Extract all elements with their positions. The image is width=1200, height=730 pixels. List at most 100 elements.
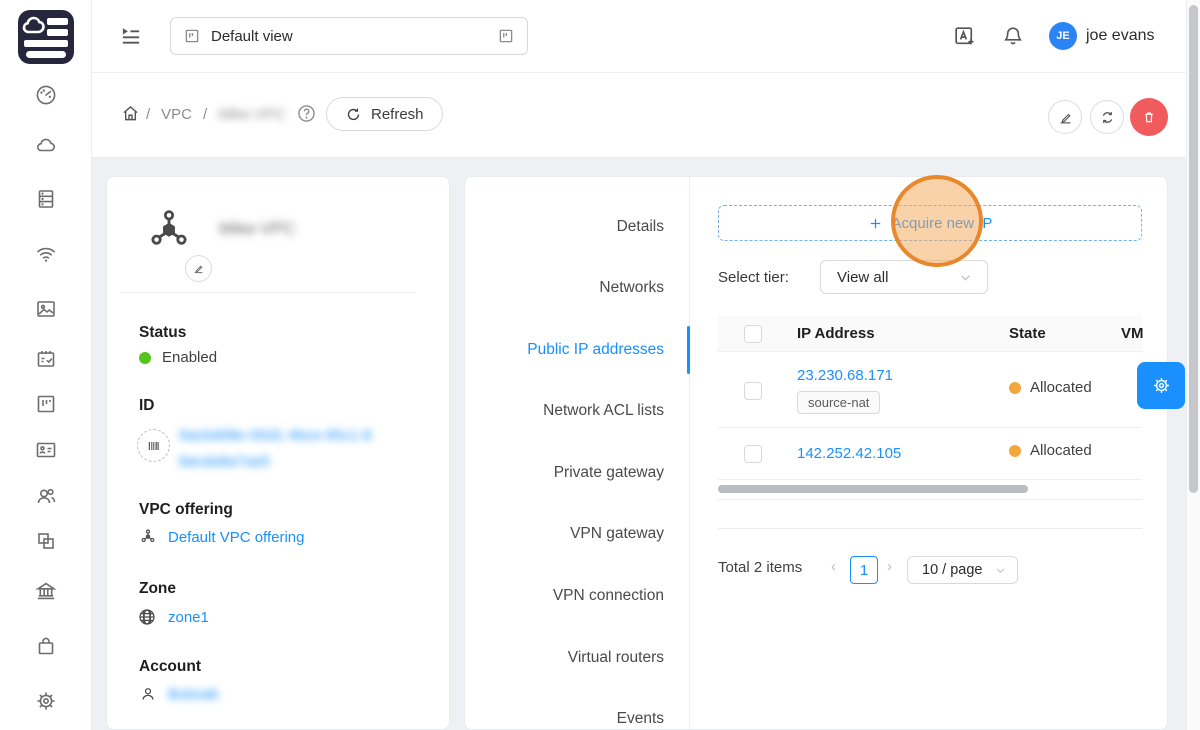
source-nat-tag: source-nat: [797, 391, 880, 414]
chevron-down-icon: [958, 270, 973, 285]
vertical-scrollbar-track: [1186, 0, 1200, 730]
breadcrumb-item-vpc[interactable]: VPC: [161, 106, 192, 123]
shopping-bag-icon: [34, 634, 58, 658]
app-window: Default view JE joe evans: [0, 0, 1200, 730]
menu-unfold-icon[interactable]: [118, 23, 144, 49]
sidebar-item-offerings[interactable]: [34, 634, 58, 658]
state-cell: Allocated: [1009, 442, 1092, 459]
table-settings-button[interactable]: [1137, 362, 1185, 409]
pagination-page-1[interactable]: 1: [850, 556, 878, 584]
sidebar-item-roles[interactable]: [34, 438, 58, 462]
state-value: Allocated: [1030, 379, 1092, 396]
state-dot-allocated: [1009, 445, 1021, 457]
horizontal-scrollbar[interactable]: [718, 485, 1028, 493]
globe-icon: [137, 607, 157, 627]
refresh-label: Refresh: [371, 106, 424, 123]
tab-vpn-connection[interactable]: VPN connection: [553, 584, 664, 608]
sync-icon: [1099, 109, 1116, 126]
pagination-total: Total 2 items: [718, 559, 802, 576]
ip-link[interactable]: 142.252.42.105: [797, 445, 901, 462]
delete-button[interactable]: [1130, 98, 1168, 136]
refresh-button[interactable]: Refresh: [326, 97, 443, 131]
ip-link[interactable]: 23.230.68.171: [797, 367, 893, 384]
tab-networks[interactable]: Networks: [599, 276, 664, 300]
barcode-icon: [146, 438, 162, 454]
pagination-prev-icon[interactable]: ‹: [831, 558, 836, 575]
table-header: [718, 316, 1142, 352]
tab-details[interactable]: Details: [617, 215, 664, 239]
page-size-select[interactable]: 10 / page: [907, 556, 1018, 584]
wifi-icon: [34, 242, 58, 266]
tab-public-ip-addresses[interactable]: Public IP addresses: [527, 338, 664, 362]
table-bottom-border: [718, 479, 1142, 480]
select-tier-label: Select tier:: [718, 269, 789, 286]
pagination-next-icon[interactable]: ›: [887, 558, 892, 575]
vertical-scrollbar-thumb[interactable]: [1189, 5, 1198, 493]
vpc-detail-card: Details Networks Public IP addresses Net…: [464, 176, 1168, 730]
trash-icon: [1140, 108, 1158, 126]
column-ip-address: IP Address: [797, 325, 875, 342]
status-dot-enabled: [139, 352, 151, 364]
edit-name-button[interactable]: [185, 255, 212, 282]
account-row: Bobsab: [139, 685, 219, 703]
tab-private-gateway[interactable]: Private gateway: [554, 461, 664, 485]
restart-button[interactable]: [1090, 100, 1124, 134]
select-all-checkbox[interactable]: [744, 325, 762, 343]
active-tab-indicator: [687, 326, 690, 374]
edit-button[interactable]: [1048, 100, 1082, 134]
account-label: Account: [139, 658, 201, 676]
tab-virtual-routers[interactable]: Virtual routers: [568, 646, 664, 670]
tab-vpn-gateway[interactable]: VPN gateway: [570, 522, 664, 546]
section-divider: [718, 528, 1142, 529]
home-icon[interactable]: [120, 103, 141, 124]
table-row: 23.230.68.171: [797, 367, 893, 384]
copy-id-button[interactable]: [137, 429, 170, 462]
sidebar-item-domains[interactable]: [34, 529, 58, 553]
blocks-icon: [34, 529, 58, 553]
zone-row: zone1: [137, 607, 209, 627]
sidebar-item-infrastructure[interactable]: [34, 579, 58, 603]
view-selector-value: Default view: [211, 28, 497, 45]
column-state: State: [1009, 325, 1046, 342]
id-label: ID: [139, 397, 155, 415]
page-size-value: 10 / page: [922, 562, 982, 578]
sidebar-item-storage[interactable]: [34, 187, 58, 211]
database-icon: [34, 187, 58, 211]
help-icon[interactable]: [296, 103, 317, 124]
vpc-info-card: Mike-VPC Status Enabled ID 9acbd08e-05d1…: [106, 176, 450, 730]
notification-bell-icon[interactable]: [1001, 24, 1025, 48]
sidebar-item-accounts[interactable]: [34, 484, 58, 508]
user-icon: [139, 685, 157, 703]
sidebar-item-compute[interactable]: [34, 133, 58, 157]
row-checkbox[interactable]: [744, 445, 762, 463]
vpc-icon: [143, 205, 195, 257]
avatar[interactable]: JE: [1049, 22, 1077, 50]
sidebar-item-dashboard[interactable]: [34, 83, 58, 107]
tab-events[interactable]: Events: [617, 707, 664, 730]
acquire-new-ip-label: Acquire new IP: [892, 215, 993, 232]
account-link[interactable]: Bobsab: [168, 686, 219, 703]
breadcrumb-current: Mike-VPC: [218, 106, 286, 123]
vpc-id-value: 9acbd08e-05d1-4bce-95c1-8 8acda8a7aa5: [179, 423, 429, 475]
state-cell: Allocated: [1009, 379, 1092, 396]
view-selector[interactable]: Default view: [170, 17, 528, 55]
calendar-check-icon: [34, 347, 58, 371]
breadcrumb: / VPC / Mike-VPC: [146, 106, 286, 123]
offering-link[interactable]: Default VPC offering: [168, 529, 304, 546]
sidebar-item-projects[interactable]: [34, 392, 58, 416]
tier-select-value: View all: [837, 269, 888, 286]
sidebar-item-events[interactable]: [34, 347, 58, 371]
row-checkbox[interactable]: [744, 382, 762, 400]
translation-icon[interactable]: [952, 24, 977, 49]
zone-link[interactable]: zone1: [168, 609, 209, 626]
tab-network-acl-lists[interactable]: Network ACL lists: [543, 399, 664, 423]
tier-select[interactable]: View all: [820, 260, 988, 294]
acquire-new-ip-button[interactable]: Acquire new IP: [718, 205, 1142, 241]
sidebar-item-network[interactable]: [34, 242, 58, 266]
sidebar-item-images[interactable]: [34, 297, 58, 321]
cloud-icon: [34, 133, 58, 157]
sidebar-item-configuration[interactable]: [34, 689, 58, 713]
cloudstack-logo[interactable]: [18, 10, 74, 64]
vpc-offering-icon: [139, 528, 157, 546]
user-name[interactable]: joe evans: [1086, 27, 1155, 45]
